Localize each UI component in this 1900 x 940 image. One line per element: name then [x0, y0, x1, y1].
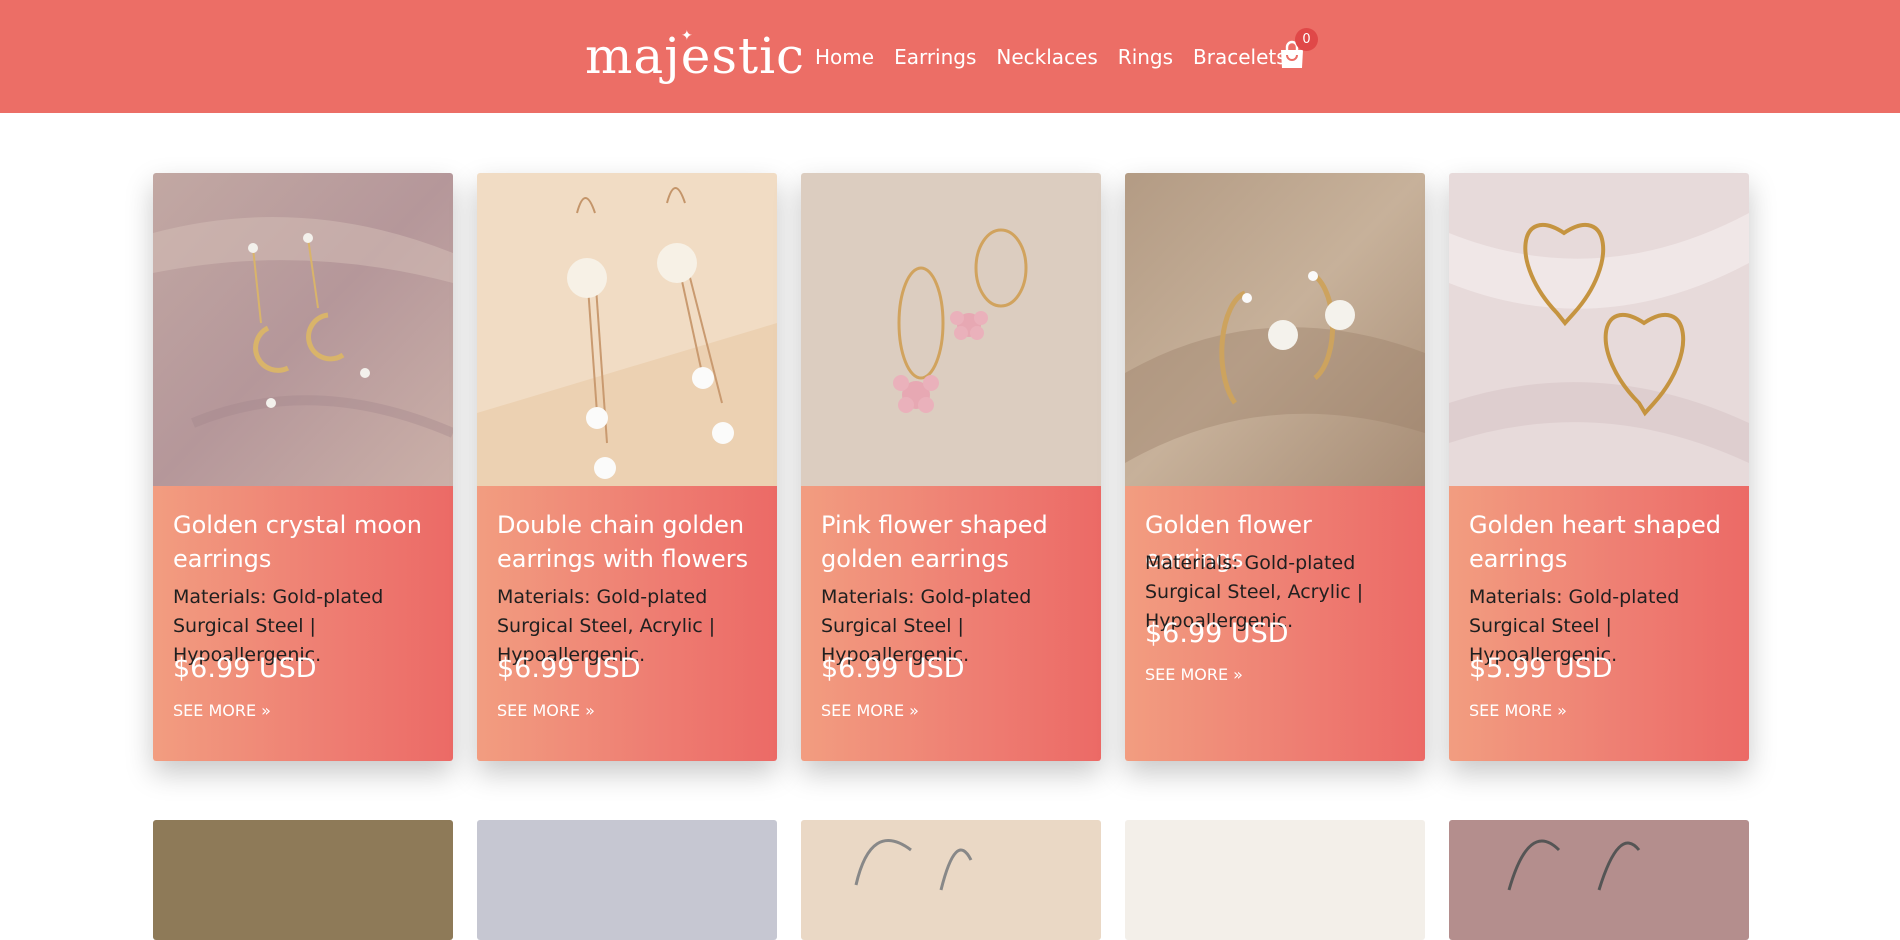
see-more-link[interactable]: SEE MORE » — [1145, 665, 1243, 684]
product-card[interactable]: Golden crystal moon earrings Materials: … — [153, 173, 453, 761]
product-info: Golden crystal moon earrings Materials: … — [153, 486, 453, 761]
site-header: majestic ✦ Home Earrings Necklaces Rings… — [0, 0, 1900, 113]
nav-home[interactable]: Home — [815, 45, 874, 69]
product-card-image-partial[interactable] — [801, 820, 1101, 940]
product-price: $5.99 USD — [1469, 653, 1613, 684]
cart-count-badge: 0 — [1295, 28, 1318, 51]
nav-rings[interactable]: Rings — [1118, 45, 1173, 69]
product-info: Pink flower shaped golden earrings Mater… — [801, 486, 1101, 761]
main-nav: Home Earrings Necklaces Rings Bracelets — [815, 40, 1287, 74]
product-image[interactable] — [1449, 173, 1749, 486]
product-card[interactable]: Golden flower earrings Materials: Gold-p… — [1125, 173, 1425, 761]
product-card[interactable]: Pink flower shaped golden earrings Mater… — [801, 173, 1101, 761]
product-price: $6.99 USD — [821, 653, 965, 684]
see-more-link[interactable]: SEE MORE » — [173, 701, 271, 720]
see-more-link[interactable]: SEE MORE » — [497, 701, 595, 720]
product-card-image-partial[interactable] — [153, 820, 453, 940]
nav-bracelets[interactable]: Bracelets — [1193, 45, 1287, 69]
product-info: Golden heart shaped earrings Materials: … — [1449, 486, 1749, 761]
product-info: Golden flower earrings Materials: Gold-p… — [1125, 486, 1425, 761]
earring-hook-graphic — [1507, 839, 1641, 891]
product-info: Double chain golden earrings with flower… — [477, 486, 777, 761]
product-card-image-partial[interactable] — [477, 820, 777, 940]
product-title[interactable]: Double chain golden earrings with flower… — [497, 508, 767, 576]
product-card-image-partial[interactable] — [1125, 820, 1425, 940]
logo-sparkle-icon: ✦ — [681, 28, 694, 44]
product-price: $6.99 USD — [1145, 618, 1289, 649]
logo-text: majestic — [585, 27, 806, 85]
see-more-link[interactable]: SEE MORE » — [1469, 701, 1567, 720]
product-image[interactable] — [801, 173, 1101, 486]
earring-hook-graphic — [854, 839, 973, 891]
nav-necklaces[interactable]: Necklaces — [996, 45, 1097, 69]
product-image[interactable] — [477, 173, 777, 486]
product-title[interactable]: Golden heart shaped earrings — [1469, 508, 1739, 576]
product-card[interactable]: Golden heart shaped earrings Materials: … — [1449, 173, 1749, 761]
product-title[interactable]: Pink flower shaped golden earrings — [821, 508, 1091, 576]
brand-logo[interactable]: majestic ✦ — [585, 24, 805, 88]
product-image[interactable] — [153, 173, 453, 486]
product-card-image-partial[interactable] — [1449, 820, 1749, 940]
product-price: $6.99 USD — [497, 653, 641, 684]
product-card[interactable]: Double chain golden earrings with flower… — [477, 173, 777, 761]
nav-earrings[interactable]: Earrings — [894, 45, 976, 69]
product-title[interactable]: Golden crystal moon earrings — [173, 508, 443, 576]
product-price: $6.99 USD — [173, 653, 317, 684]
product-image[interactable] — [1125, 173, 1425, 486]
see-more-link[interactable]: SEE MORE » — [821, 701, 919, 720]
